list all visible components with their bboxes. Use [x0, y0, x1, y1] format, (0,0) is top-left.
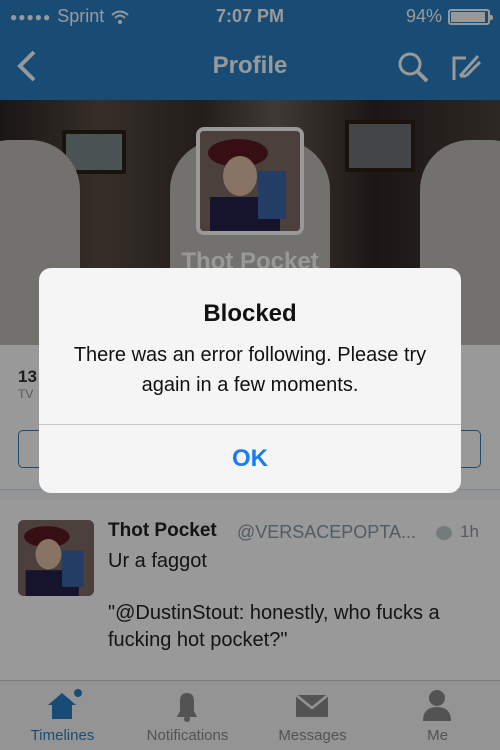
- ok-button[interactable]: OK: [39, 425, 461, 493]
- alert-title: Blocked: [203, 300, 297, 327]
- alert-dialog: Blocked There was an error following. Pl…: [39, 268, 461, 493]
- alert-message: There was an error following. Please try…: [73, 344, 427, 396]
